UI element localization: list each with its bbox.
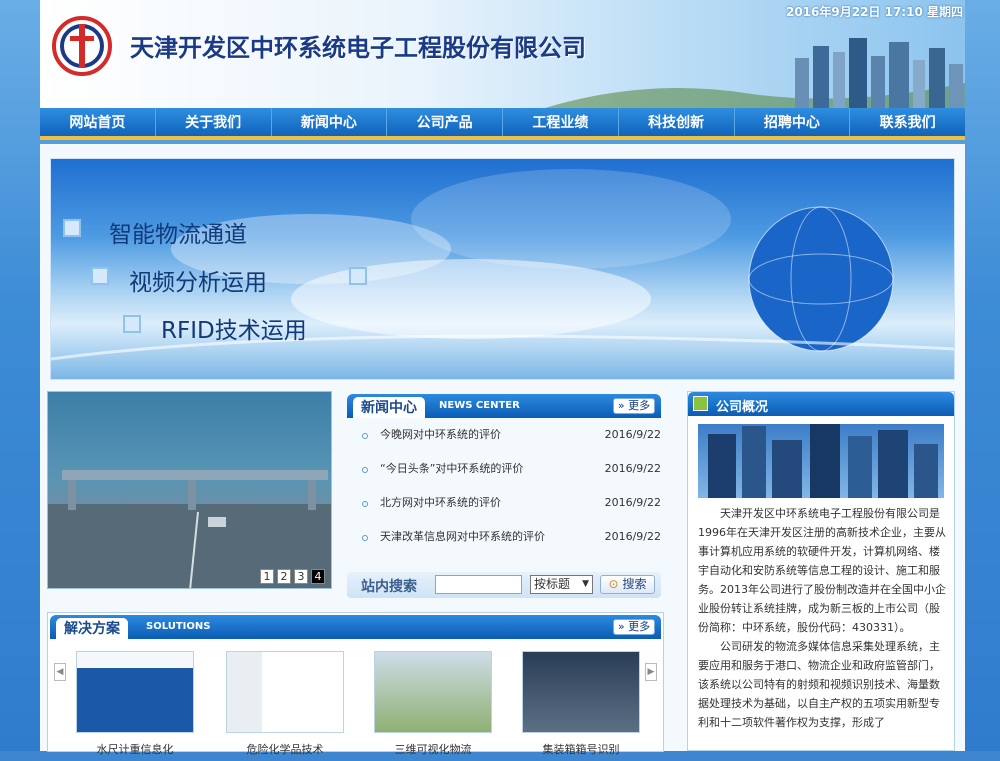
banner-line-2: 视频分析运用: [129, 270, 267, 296]
nav-item-careers[interactable]: 招聘中心: [735, 108, 851, 136]
news-item-date: 2016/9/22: [604, 462, 661, 475]
news-list: 今晚网对中环系统的评价 2016/9/22 “今日头条”对中环系统的评价 2016/…: [347, 418, 661, 554]
folder-icon: [693, 396, 708, 411]
news-item-title[interactable]: 天津改革信息网对中环系统的评价: [380, 530, 545, 543]
news-box: 新闻中心 NEWS CENTER » 更多 今晚网对中环系统的评价 2016/9/…: [347, 394, 661, 584]
site-header: 天津开发区中环系统电子工程股份有限公司 2016年9月22日 17:10 星期四: [40, 0, 965, 108]
photo-slideshow[interactable]: 1 2 3 4: [47, 391, 332, 589]
company-overview-header: 公司概况: [688, 392, 954, 416]
solutions-more-button[interactable]: » 更多: [613, 619, 655, 635]
news-item-date: 2016/9/22: [604, 496, 661, 509]
banner-square: [63, 219, 81, 237]
chevron-down-icon: ▼: [582, 579, 589, 589]
banner-square: [123, 315, 141, 333]
news-item-title[interactable]: 今晚网对中环系统的评价: [380, 428, 501, 441]
news-more-button[interactable]: » 更多: [613, 398, 655, 414]
company-description: 天津开发区中环系统电子工程股份有限公司是1996年在天津开发区注册的高新技术企业…: [698, 504, 948, 732]
banner-line-3: RFID技术运用: [161, 318, 307, 344]
nav-item-products[interactable]: 公司产品: [387, 108, 503, 136]
datetime: 2016年9月22日 17:10 星期四: [785, 5, 963, 19]
search-button[interactable]: ⊙ 搜索: [600, 575, 655, 594]
nav-item-about[interactable]: 关于我们: [156, 108, 272, 136]
main-nav: 网站首页 关于我们 新闻中心 公司产品 工程业绩 科技创新 招聘中心 联系我们: [40, 108, 965, 140]
solutions-title: 解决方案: [56, 618, 128, 639]
search-type-select[interactable]: 按标题 ▼: [530, 575, 593, 594]
solution-caption[interactable]: 危险化学品技术: [226, 741, 344, 757]
solution-thumbnail: [374, 651, 492, 733]
news-header: 新闻中心 NEWS CENTER » 更多: [347, 394, 661, 418]
skyline-image: [545, 38, 965, 108]
news-item[interactable]: 北方网对中环系统的评价 2016/9/22: [347, 486, 661, 520]
search-label: 站内搜索: [361, 579, 417, 595]
solution-thumbnail: [522, 651, 640, 733]
page-wrapper: 天津开发区中环系统电子工程股份有限公司 2016年9月22日 17:10 星期四…: [40, 0, 965, 756]
banner-square: [349, 267, 367, 285]
solution-thumbnail: [76, 651, 194, 733]
company-logo[interactable]: [50, 14, 114, 78]
nav-item-projects[interactable]: 工程业绩: [503, 108, 619, 136]
scroll-left-button[interactable]: ◀: [54, 663, 66, 681]
news-item[interactable]: 天津改革信息网对中环系统的评价 2016/9/22: [347, 520, 661, 554]
solution-item[interactable]: 危险化学品技术: [226, 651, 344, 761]
slide-page-2[interactable]: 2: [277, 569, 291, 584]
banner: 智能物流通道 视频分析运用 RFID技术运用: [50, 158, 955, 380]
nav-item-innovation[interactable]: 科技创新: [619, 108, 735, 136]
search-input[interactable]: [435, 575, 522, 594]
solution-caption[interactable]: 集装箱箱号识别: [522, 741, 640, 757]
solution-caption[interactable]: 水尺计重信息化: [76, 741, 194, 757]
news-item[interactable]: “今日头条”对中环系统的评价 2016/9/22: [347, 452, 661, 486]
news-title: 新闻中心: [353, 397, 425, 418]
solution-item[interactable]: 水尺计重信息化: [76, 651, 194, 761]
slide-page-1[interactable]: 1: [260, 569, 274, 584]
company-paragraph: 天津开发区中环系统电子工程股份有限公司是1996年在天津开发区注册的高新技术企业…: [698, 507, 946, 634]
solution-caption[interactable]: 三维可视化物流: [374, 741, 492, 757]
scroll-right-button[interactable]: ▶: [645, 663, 657, 681]
news-item[interactable]: 今晚网对中环系统的评价 2016/9/22: [347, 418, 661, 452]
nav-item-news[interactable]: 新闻中心: [272, 108, 388, 136]
solutions-box: 解决方案 SOLUTIONS » 更多 ◀ ▶ 水尺计重信息化 危险化学品技术 …: [47, 612, 664, 756]
slide-photo: [48, 470, 331, 588]
news-item-title[interactable]: “今日头条”对中环系统的评价: [380, 462, 523, 475]
banner-square: [91, 267, 109, 285]
solutions-title-en: SOLUTIONS: [146, 621, 211, 632]
company-paragraph: 公司研发的物流多媒体信息采集处理系统，主要应用和服务于港口、物流企业和政府监管部…: [698, 640, 940, 729]
content-area: 智能物流通道 视频分析运用 RFID技术运用 1 2 3 4 新闻中心 NEWS…: [40, 144, 965, 756]
slide-pager: 1 2 3 4: [260, 569, 325, 584]
news-title-en: NEWS CENTER: [439, 400, 520, 411]
solutions-carousel: 水尺计重信息化 危险化学品技术 三维可视化物流 集装箱箱号识别: [76, 651, 640, 761]
company-building-image: [698, 424, 944, 498]
solution-item[interactable]: 三维可视化物流: [374, 651, 492, 761]
slide-page-4[interactable]: 4: [311, 569, 325, 584]
company-overview-title: 公司概况: [716, 400, 769, 415]
nav-item-home[interactable]: 网站首页: [40, 108, 156, 136]
news-item-title[interactable]: 北方网对中环系统的评价: [380, 496, 501, 509]
company-overview: 公司概况 天津开发区中环系统电子工程股份有限公司是1996年在天津开发区注册的高…: [687, 391, 955, 751]
solution-thumbnail: [226, 651, 344, 733]
search-icon: ⊙: [608, 577, 619, 591]
news-item-date: 2016/9/22: [604, 530, 661, 543]
site-search: 站内搜索 按标题 ▼ ⊙ 搜索: [347, 572, 661, 598]
solutions-header: 解决方案 SOLUTIONS » 更多: [50, 615, 661, 639]
slide-page-3[interactable]: 3: [294, 569, 308, 584]
banner-line-1: 智能物流通道: [109, 222, 247, 248]
nav-item-contact[interactable]: 联系我们: [850, 108, 965, 136]
solution-item[interactable]: 集装箱箱号识别: [522, 651, 640, 761]
company-name: 天津开发区中环系统电子工程股份有限公司: [130, 33, 586, 62]
news-item-date: 2016/9/22: [604, 428, 661, 441]
